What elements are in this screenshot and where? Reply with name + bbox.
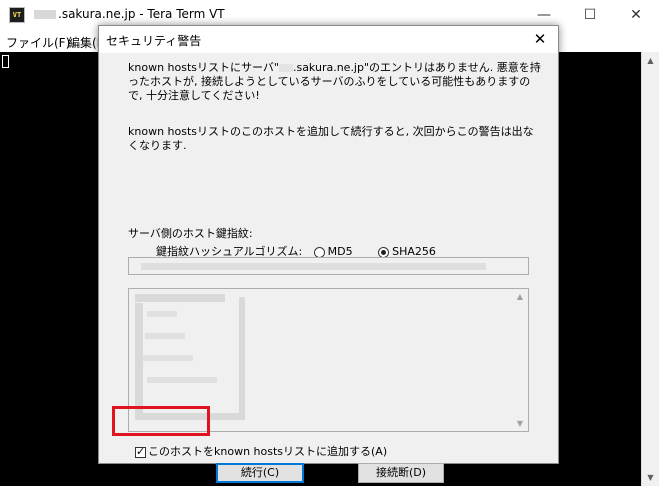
redacted-fingerprint	[141, 263, 486, 270]
dialog-body: known hostsリストにサーバ" .sakura.ne.jp"のエントリはあ…	[99, 53, 558, 483]
dialog-title: セキュリティ警告	[106, 34, 202, 48]
randomart-scroll-up-icon[interactable]: ▲	[512, 292, 528, 301]
redacted-host	[278, 64, 293, 72]
redacted-randomart-left	[135, 303, 143, 413]
info-line-2: くなります.	[128, 139, 187, 152]
randomart-scroll-down-icon[interactable]: ▼	[512, 419, 528, 428]
dialog-close-icon[interactable]: ✕	[522, 26, 558, 53]
close-window-icon[interactable]: ✕	[613, 0, 659, 30]
add-known-hosts-checkbox[interactable]	[135, 445, 146, 458]
warning-line-1-pre: known hostsリストにサーバ"	[128, 61, 279, 74]
continue-info-message: known hostsリストのこのホストを追加して続行すると, 次回からこの警告…	[128, 125, 534, 153]
redacted-randomart-row	[147, 377, 217, 383]
redacted-randomart-right	[239, 297, 245, 413]
continue-button-highlight	[112, 406, 210, 436]
disconnect-button[interactable]: 接続断(D)	[358, 463, 444, 483]
add-known-hosts-label[interactable]: このホストをknown hostsリストに追加する(A)	[148, 445, 387, 458]
warning-message: known hostsリストにサーバ" .sakura.ne.jp"のエントリはあ…	[128, 61, 541, 103]
warning-line-3: で, 十分注意してください!	[128, 89, 260, 102]
add-known-hosts-option[interactable]: このホストをknown hostsリストに追加する(A)	[135, 443, 387, 459]
tera-term-app-icon[interactable]: VT	[9, 7, 25, 23]
menu-file[interactable]: ファイル(F)	[6, 34, 70, 51]
fingerprint-label: サーバ側のホスト鍵指紋:	[128, 227, 253, 240]
app-icon-text: VT	[12, 11, 22, 19]
dialog-titlebar[interactable]: セキュリティ警告 ✕	[99, 26, 558, 53]
radio-sha256-icon[interactable]	[378, 246, 390, 258]
redacted-randomart-row	[145, 333, 185, 339]
continue-button[interactable]: 続行(C)	[216, 463, 304, 483]
redacted-hostname	[34, 10, 56, 19]
security-warning-dialog: セキュリティ警告 ✕ known hostsリストにサーバ" .sakura.ne…	[98, 25, 559, 483]
maximize-icon[interactable]: ☐	[567, 0, 613, 30]
warning-line-1-post: .sakura.ne.jp"のエントリはありません. 悪意を持	[292, 61, 541, 74]
window-title: .sakura.ne.jp - Tera Term VT	[34, 7, 225, 21]
warning-line-2: ったホストが, 接続しようとしているサーバのふりをしている可能性もありますの	[128, 75, 531, 88]
terminal-scrollbar[interactable]: ▲ ▼	[641, 52, 659, 486]
window-title-text: .sakura.ne.jp - Tera Term VT	[58, 7, 225, 21]
redacted-randomart-row	[143, 355, 193, 361]
scroll-down-icon[interactable]: ▼	[642, 469, 659, 486]
redacted-randomart-top	[135, 294, 225, 302]
scroll-up-icon[interactable]: ▲	[642, 52, 659, 69]
radio-md5-icon[interactable]	[313, 246, 325, 258]
redacted-randomart-row	[147, 311, 177, 317]
warning-line-1: known hostsリストにサーバ" .sakura.ne.jp"のエントリはあ…	[128, 61, 541, 75]
fingerprint-field[interactable]	[128, 257, 529, 275]
terminal-cursor	[2, 55, 9, 68]
info-line-1: known hostsリストのこのホストを追加して続行すると, 次回からこの警告…	[128, 125, 534, 138]
randomart-scrollbar[interactable]: ▲ ▼	[512, 289, 528, 431]
